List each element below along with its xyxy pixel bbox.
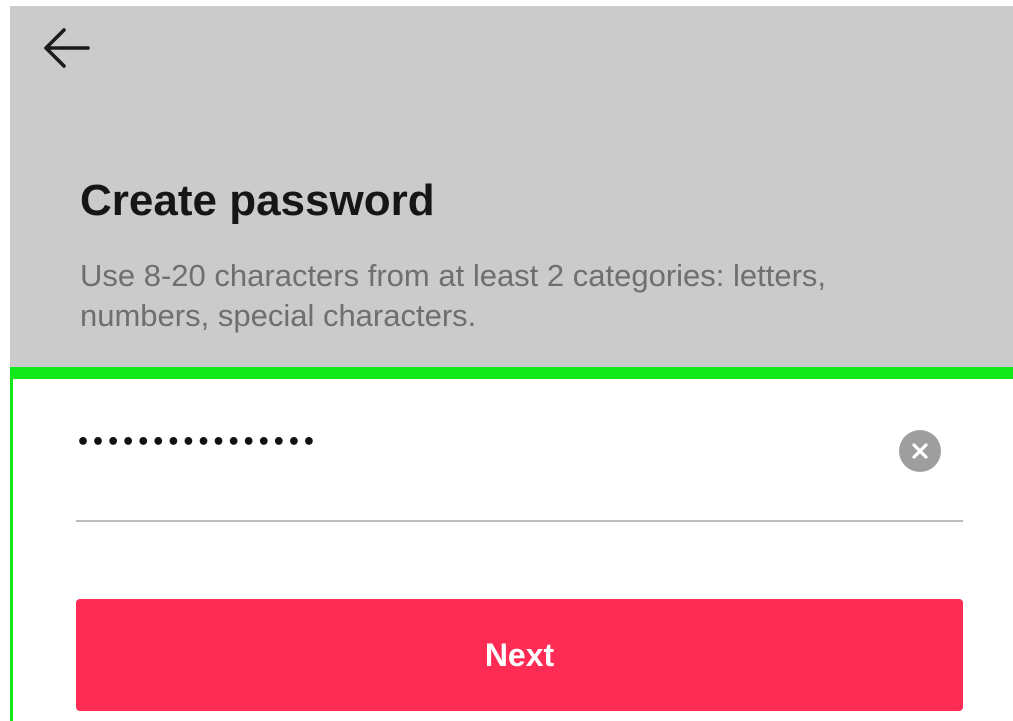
back-button[interactable] bbox=[30, 20, 102, 76]
close-icon bbox=[912, 443, 928, 459]
password-requirements-text: Use 8-20 characters from at least 2 cate… bbox=[80, 258, 827, 333]
password-field[interactable]: •••••••••••••••• bbox=[76, 412, 963, 522]
next-button[interactable]: Next bbox=[76, 599, 963, 711]
arrow-left-icon bbox=[44, 28, 90, 68]
page-title: Create password bbox=[80, 176, 435, 225]
password-value: •••••••••••••••• bbox=[76, 430, 317, 455]
create-password-screen: Create password Use 8-20 characters from… bbox=[0, 0, 1013, 721]
clear-password-button[interactable] bbox=[899, 430, 941, 472]
